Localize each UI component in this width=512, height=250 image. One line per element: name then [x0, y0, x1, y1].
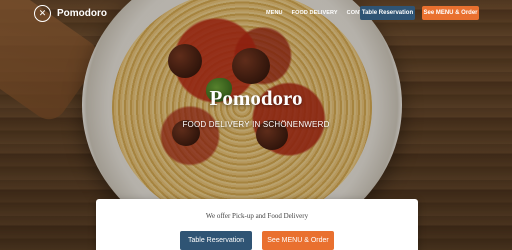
card-table-reservation-button[interactable]: Table Reservation [180, 231, 252, 250]
nav-item-menu[interactable]: MENU [266, 10, 283, 16]
hero-subtitle: FOOD DELIVERY IN SCHÖNENWERD [182, 120, 330, 129]
brand-logo[interactable]: ✕ Pomodoro [34, 5, 107, 22]
hero-section: ✕ Pomodoro MENU FOOD DELIVERY CONTACT US… [0, 0, 512, 250]
card-see-menu-order-button[interactable]: See MENU & Order [262, 231, 334, 250]
fork-knife-icon: ✕ [34, 5, 51, 22]
card-text: We offer Pick-up and Food Delivery [205, 212, 309, 220]
top-nav: ✕ Pomodoro MENU FOOD DELIVERY CONTACT US… [0, 0, 512, 26]
nav-item-food-delivery[interactable]: FOOD DELIVERY [292, 10, 338, 16]
brand-name: Pomodoro [57, 8, 107, 19]
info-card: We offer Pick-up and Food Delivery Table… [96, 199, 418, 250]
hero-title: Pomodoro [209, 86, 303, 110]
nav-see-menu-order-button[interactable]: See MENU & Order [422, 6, 479, 20]
nav-table-reservation-button[interactable]: Table Reservation [360, 6, 415, 20]
